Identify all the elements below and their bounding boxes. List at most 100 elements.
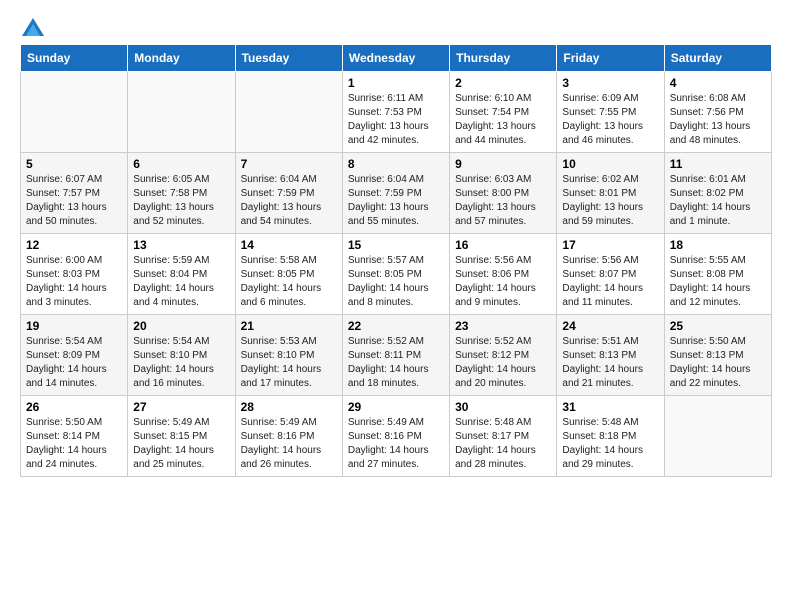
calendar-week-4: 19 Sunrise: 5:54 AM Sunset: 8:09 PM Dayli… <box>21 315 772 396</box>
day-number: 9 <box>455 157 551 171</box>
day-number: 12 <box>26 238 122 252</box>
calendar-cell: 5 Sunrise: 6:07 AM Sunset: 7:57 PM Daylig… <box>21 153 128 234</box>
calendar-cell: 28 Sunrise: 5:49 AM Sunset: 8:16 PM Dayli… <box>235 396 342 477</box>
calendar-week-1: 1 Sunrise: 6:11 AM Sunset: 7:53 PM Daylig… <box>21 72 772 153</box>
day-info: Sunrise: 5:49 AM Sunset: 8:16 PM Dayligh… <box>348 416 444 472</box>
day-number: 15 <box>348 238 444 252</box>
day-number: 19 <box>26 319 122 333</box>
logo <box>20 16 44 36</box>
day-number: 4 <box>670 76 766 90</box>
day-info: Sunrise: 5:49 AM Sunset: 8:16 PM Dayligh… <box>241 416 337 472</box>
day-number: 10 <box>562 157 658 171</box>
day-number: 22 <box>348 319 444 333</box>
calendar-cell: 27 Sunrise: 5:49 AM Sunset: 8:15 PM Dayli… <box>128 396 235 477</box>
day-number: 31 <box>562 400 658 414</box>
calendar-cell: 12 Sunrise: 6:00 AM Sunset: 8:03 PM Dayli… <box>21 234 128 315</box>
day-info: Sunrise: 5:48 AM Sunset: 8:17 PM Dayligh… <box>455 416 551 472</box>
weekday-header-thursday: Thursday <box>450 45 557 72</box>
calendar-cell: 11 Sunrise: 6:01 AM Sunset: 8:02 PM Dayli… <box>664 153 771 234</box>
day-info: Sunrise: 6:11 AM Sunset: 7:53 PM Dayligh… <box>348 92 444 148</box>
day-info: Sunrise: 6:01 AM Sunset: 8:02 PM Dayligh… <box>670 173 766 229</box>
calendar-cell: 4 Sunrise: 6:08 AM Sunset: 7:56 PM Daylig… <box>664 72 771 153</box>
calendar-cell: 9 Sunrise: 6:03 AM Sunset: 8:00 PM Daylig… <box>450 153 557 234</box>
day-info: Sunrise: 5:49 AM Sunset: 8:15 PM Dayligh… <box>133 416 229 472</box>
calendar-cell: 31 Sunrise: 5:48 AM Sunset: 8:18 PM Dayli… <box>557 396 664 477</box>
day-info: Sunrise: 6:10 AM Sunset: 7:54 PM Dayligh… <box>455 92 551 148</box>
day-number: 8 <box>348 157 444 171</box>
calendar-cell: 17 Sunrise: 5:56 AM Sunset: 8:07 PM Dayli… <box>557 234 664 315</box>
calendar-cell: 15 Sunrise: 5:57 AM Sunset: 8:05 PM Dayli… <box>342 234 449 315</box>
calendar-cell: 29Sunrise: 5:49 AM Sunset: 8:16 PM Dayli… <box>342 396 449 477</box>
day-info: Sunrise: 5:54 AM Sunset: 8:09 PM Dayligh… <box>26 335 122 391</box>
page-header <box>20 16 772 36</box>
day-info: Sunrise: 5:52 AM Sunset: 8:12 PM Dayligh… <box>455 335 551 391</box>
calendar-cell: 19 Sunrise: 5:54 AM Sunset: 8:09 PM Dayli… <box>21 315 128 396</box>
day-number: 13 <box>133 238 229 252</box>
logo-general-text <box>20 16 44 36</box>
weekday-header-sunday: Sunday <box>21 45 128 72</box>
day-info: Sunrise: 5:56 AM Sunset: 8:07 PM Dayligh… <box>562 254 658 310</box>
day-info: Sunrise: 5:57 AM Sunset: 8:05 PM Dayligh… <box>348 254 444 310</box>
day-info: Sunrise: 6:02 AM Sunset: 8:01 PM Dayligh… <box>562 173 658 229</box>
calendar-cell: 13 Sunrise: 5:59 AM Sunset: 8:04 PM Dayli… <box>128 234 235 315</box>
day-info: Sunrise: 5:48 AM Sunset: 8:18 PM Dayligh… <box>562 416 658 472</box>
calendar-cell: 3 Sunrise: 6:09 AM Sunset: 7:55 PM Daylig… <box>557 72 664 153</box>
calendar-cell: 20 Sunrise: 5:54 AM Sunset: 8:10 PM Dayli… <box>128 315 235 396</box>
calendar-cell: 10 Sunrise: 6:02 AM Sunset: 8:01 PM Dayli… <box>557 153 664 234</box>
day-info: Sunrise: 5:58 AM Sunset: 8:05 PM Dayligh… <box>241 254 337 310</box>
calendar-cell: 7 Sunrise: 6:04 AM Sunset: 7:59 PM Daylig… <box>235 153 342 234</box>
day-number: 28 <box>241 400 337 414</box>
day-info: Sunrise: 5:53 AM Sunset: 8:10 PM Dayligh… <box>241 335 337 391</box>
day-number: 25 <box>670 319 766 333</box>
day-number: 21 <box>241 319 337 333</box>
day-number: 5 <box>26 157 122 171</box>
calendar-cell: 23 Sunrise: 5:52 AM Sunset: 8:12 PM Dayli… <box>450 315 557 396</box>
day-number: 17 <box>562 238 658 252</box>
day-number: 1 <box>348 76 444 90</box>
day-info: Sunrise: 6:04 AM Sunset: 7:59 PM Dayligh… <box>241 173 337 229</box>
day-info: Sunrise: 5:59 AM Sunset: 8:04 PM Dayligh… <box>133 254 229 310</box>
day-number: 23 <box>455 319 551 333</box>
calendar-cell <box>128 72 235 153</box>
day-info: Sunrise: 6:04 AM Sunset: 7:59 PM Dayligh… <box>348 173 444 229</box>
logo-icon <box>22 18 44 36</box>
day-info: Sunrise: 5:51 AM Sunset: 8:13 PM Dayligh… <box>562 335 658 391</box>
calendar-cell: 18Sunrise: 5:55 AM Sunset: 8:08 PM Dayli… <box>664 234 771 315</box>
day-number: 18 <box>670 238 766 252</box>
day-number: 11 <box>670 157 766 171</box>
calendar-cell: 21 Sunrise: 5:53 AM Sunset: 8:10 PM Dayli… <box>235 315 342 396</box>
day-number: 16 <box>455 238 551 252</box>
day-info: Sunrise: 6:07 AM Sunset: 7:57 PM Dayligh… <box>26 173 122 229</box>
calendar-cell: 1 Sunrise: 6:11 AM Sunset: 7:53 PM Daylig… <box>342 72 449 153</box>
day-info: Sunrise: 6:09 AM Sunset: 7:55 PM Dayligh… <box>562 92 658 148</box>
weekday-header-row: SundayMondayTuesdayWednesdayThursdayFrid… <box>21 45 772 72</box>
day-info: Sunrise: 5:54 AM Sunset: 8:10 PM Dayligh… <box>133 335 229 391</box>
calendar-week-3: 12 Sunrise: 6:00 AM Sunset: 8:03 PM Dayli… <box>21 234 772 315</box>
day-number: 3 <box>562 76 658 90</box>
day-number: 7 <box>241 157 337 171</box>
calendar-cell: 16 Sunrise: 5:56 AM Sunset: 8:06 PM Dayli… <box>450 234 557 315</box>
day-info: Sunrise: 6:08 AM Sunset: 7:56 PM Dayligh… <box>670 92 766 148</box>
day-info: Sunrise: 5:50 AM Sunset: 8:14 PM Dayligh… <box>26 416 122 472</box>
calendar-cell: 25 Sunrise: 5:50 AM Sunset: 8:13 PM Dayli… <box>664 315 771 396</box>
day-number: 30 <box>455 400 551 414</box>
calendar-cell: 22Sunrise: 5:52 AM Sunset: 8:11 PM Dayli… <box>342 315 449 396</box>
day-info: Sunrise: 5:50 AM Sunset: 8:13 PM Dayligh… <box>670 335 766 391</box>
calendar-cell: 6Sunrise: 6:05 AM Sunset: 7:58 PM Daylig… <box>128 153 235 234</box>
day-number: 6 <box>133 157 229 171</box>
day-number: 20 <box>133 319 229 333</box>
day-info: Sunrise: 6:00 AM Sunset: 8:03 PM Dayligh… <box>26 254 122 310</box>
calendar-cell: 14Sunrise: 5:58 AM Sunset: 8:05 PM Dayli… <box>235 234 342 315</box>
day-number: 27 <box>133 400 229 414</box>
weekday-header-friday: Friday <box>557 45 664 72</box>
weekday-header-wednesday: Wednesday <box>342 45 449 72</box>
weekday-header-monday: Monday <box>128 45 235 72</box>
day-info: Sunrise: 5:56 AM Sunset: 8:06 PM Dayligh… <box>455 254 551 310</box>
calendar-cell: 30 Sunrise: 5:48 AM Sunset: 8:17 PM Dayli… <box>450 396 557 477</box>
day-number: 24 <box>562 319 658 333</box>
calendar-cell: 24 Sunrise: 5:51 AM Sunset: 8:13 PM Dayli… <box>557 315 664 396</box>
calendar-table: SundayMondayTuesdayWednesdayThursdayFrid… <box>20 44 772 477</box>
day-info: Sunrise: 6:03 AM Sunset: 8:00 PM Dayligh… <box>455 173 551 229</box>
calendar-week-5: 26Sunrise: 5:50 AM Sunset: 8:14 PM Dayli… <box>21 396 772 477</box>
calendar-cell <box>664 396 771 477</box>
